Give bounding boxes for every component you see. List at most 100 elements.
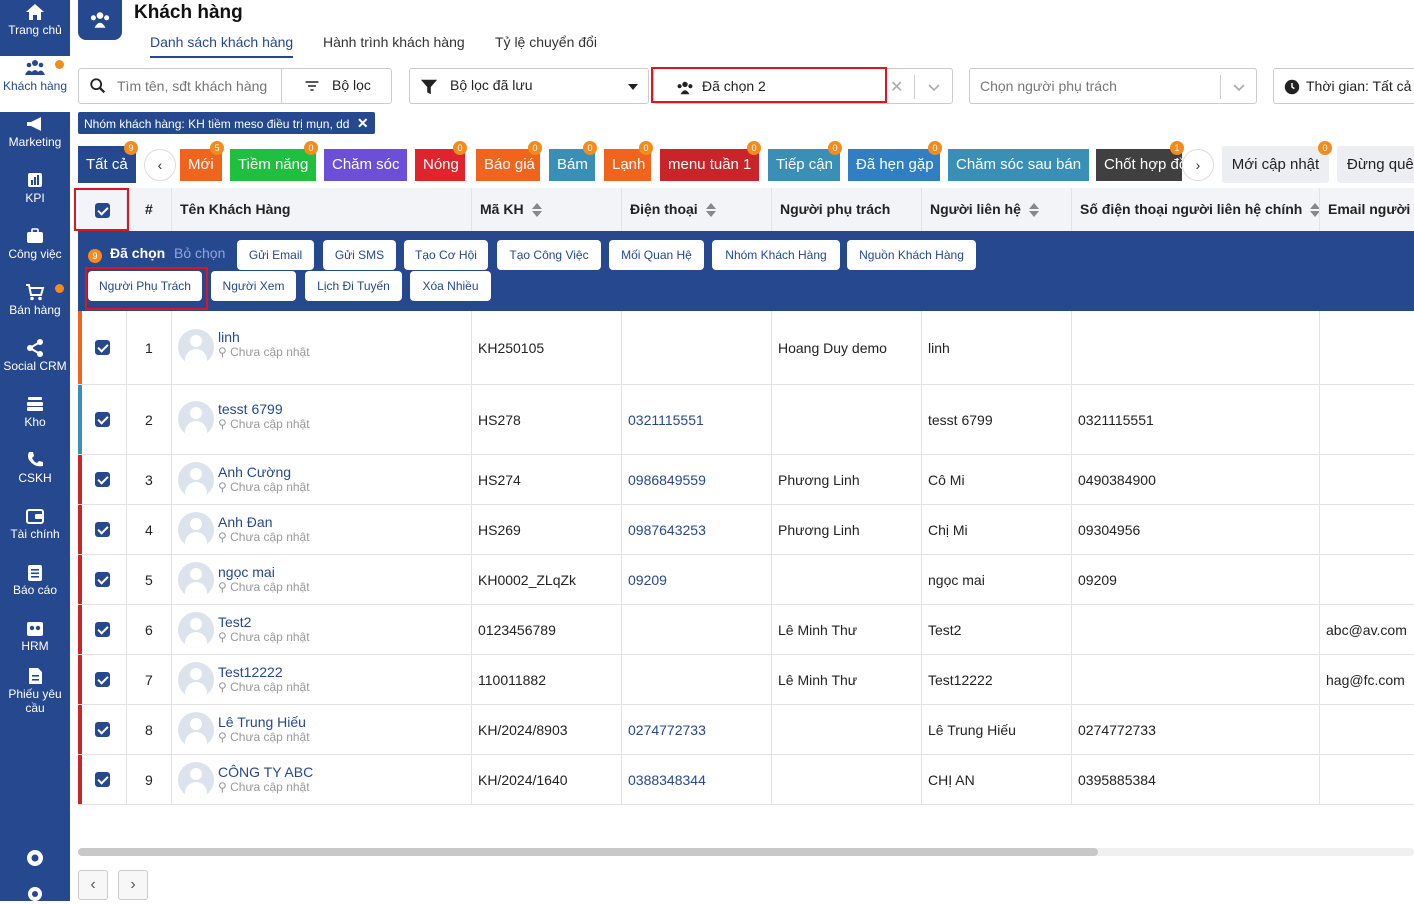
settings-button[interactable] [0,882,70,901]
viewer-button[interactable]: Người Xem [211,271,296,301]
column-header-contact[interactable]: Người liên hệ [922,188,1072,231]
row-checkbox[interactable] [94,672,110,687]
share-icon [27,339,43,357]
customer-name-link[interactable]: Lê Trung Hiếu [218,714,310,730]
filter-button[interactable]: Bộ lọc [281,69,391,103]
create-task-button[interactable]: Tạo Công Việc [497,240,601,270]
table-row[interactable]: 1 linh ⚲ Chưa cập nhật KH250105 Hoang Duy de… [78,311,1414,385]
customer-phone[interactable]: 0321115551 [622,385,772,454]
customer-name-link[interactable]: Anh Cường [218,464,310,480]
row-checkbox[interactable] [94,412,110,427]
status-tag[interactable]: menu tuần 1 [660,149,759,181]
row-checkbox[interactable] [94,772,110,787]
customer-phone[interactable]: 0388348344 [622,755,772,804]
send-email-button[interactable]: Gửi Email [237,240,314,270]
customer-phone[interactable]: 0987643253 [622,505,772,554]
customer-name-link[interactable]: tesst 6799 [218,401,310,417]
sidebar-item-kpi[interactable]: KPI [0,168,70,224]
row-checkbox[interactable] [94,722,110,737]
column-header-name[interactable]: Tên Khách Hàng [172,188,472,231]
customer-name-link[interactable]: linh [218,329,310,345]
prev-page-button[interactable]: ‹ [78,870,108,900]
row-checkbox[interactable] [94,340,110,355]
deselect-link[interactable]: Bỏ chọn [174,245,225,261]
customer-name-link[interactable]: Test2 [218,614,310,630]
status-tag[interactable]: Đã hẹn gặp [848,149,940,181]
sidebar-item-marketing[interactable]: Marketing [0,112,70,168]
column-header-code[interactable]: Mã KH [472,188,622,231]
sidebar-item-cskh[interactable]: CSKH [0,448,70,504]
route-schedule-button[interactable]: Lịch Đi Tuyến [305,271,402,301]
status-tag[interactable]: Chốt hợp đồng [1096,149,1182,181]
table-row[interactable]: 5 ngọc mai ⚲ Chưa cập nhật KH0002_ZLqZk 0920… [78,555,1414,605]
time-filter-button[interactable]: Thời gian: Tất cả [1273,68,1414,104]
table-row[interactable]: 6 Test2 ⚲ Chưa cập nhật 0123456789 Lê Minh T… [78,605,1414,655]
owner-select[interactable]: Chọn người phụ trách [969,68,1257,104]
prev-arrow-button[interactable]: ‹ [144,149,176,181]
relationship-button[interactable]: Mối Quan Hệ [609,240,704,270]
customer-phone[interactable]: 0986849559 [622,455,772,504]
table-row[interactable]: 2 tesst 6799 ⚲ Chưa cập nhật HS278 032111555… [78,385,1414,455]
row-checkbox[interactable] [94,622,110,637]
sidebar-item-home[interactable]: Trang chủ [0,0,70,56]
customer-name-link[interactable]: CÔNG TY ABC [218,764,313,780]
sidebar-item-social-crm[interactable]: Social CRM [0,336,70,392]
table-row[interactable]: 7 Test12222 ⚲ Chưa cập nhật 110011882 Lê Min… [78,655,1414,705]
table-row[interactable]: 8 Lê Trung Hiếu ⚲ Chưa cập nhật KH/2024/890… [78,705,1414,755]
sidebar-item-reports[interactable]: Báo cáo [0,560,70,616]
sidebar-item-tasks[interactable]: Công việc [0,224,70,280]
customer-name-link[interactable]: ngọc mai [218,564,310,580]
customer-group-button[interactable]: Nhóm Khách Hàng [712,240,840,270]
dont-forget-tab[interactable]: Đừng quên [1337,146,1414,183]
customer-source-button[interactable]: Nguồn Khách Hàng [847,240,976,270]
tab-customer-list[interactable]: Danh sách khách hàng [150,34,294,58]
sidebar-item-customers[interactable]: Khách hàng [0,56,70,112]
send-sms-button[interactable]: Gửi SMS [323,240,396,270]
sidebar-item-warehouse[interactable]: Kho [0,392,70,448]
sidebar-item-finance[interactable]: Tài chính [0,504,70,560]
customer-phone[interactable] [622,655,772,704]
next-arrow-button[interactable]: › [1182,149,1214,181]
column-header-contact-phone[interactable]: Số điện thoại người liên hệ chính [1072,188,1320,231]
row-checkbox[interactable] [94,572,110,587]
next-page-button[interactable]: › [118,870,148,900]
location-pin-icon: ⚲ [218,680,231,694]
create-opportunity-button[interactable]: Tạo Cơ Hội [404,240,488,270]
close-icon[interactable]: ✕ [357,115,369,131]
customer-phone[interactable]: 09209 [622,555,772,604]
status-tag[interactable]: Chăm sóc [324,149,407,181]
status-tag[interactable]: Tiềm năng [230,149,316,181]
status-tag[interactable]: Tiếp cận [768,149,840,181]
recently-updated-tab[interactable]: Mới cập nhật [1222,146,1329,183]
row-checkbox[interactable] [94,472,110,487]
table-row[interactable]: 9 CÔNG TY ABC ⚲ Chưa cập nhật KH/2024/1640 0… [78,755,1414,805]
table-row[interactable]: 4 Anh Đan ⚲ Chưa cập nhật HS269 0987643253 Ph… [78,505,1414,555]
customer-phone[interactable] [622,311,772,384]
horizontal-scrollbar[interactable] [78,848,1414,856]
customer-phone[interactable]: 0274772733 [622,705,772,754]
support-button[interactable] [0,846,70,872]
customer-name-cell: linh ⚲ Chưa cập nhật [172,311,472,384]
row-checkbox[interactable] [94,522,110,537]
column-header-owner[interactable]: Người phụ trách [772,188,922,231]
tab-customer-journey[interactable]: Hành trình khách hàng [323,34,465,56]
column-header-phone[interactable]: Điện thoại [622,188,772,231]
customer-name-link[interactable]: Anh Đan [218,514,310,530]
customer-name-link[interactable]: Test12222 [218,664,310,680]
column-header-contact-email[interactable]: Email người liên hệ [1320,188,1414,231]
bulk-delete-button[interactable]: Xóa Nhiều [410,271,491,301]
saved-filter-select[interactable]: Bộ lọc đã lưu [409,68,649,104]
status-tag[interactable]: Chăm sóc sau bán [948,149,1089,181]
sidebar-item-label: KPI [25,191,45,205]
table-row[interactable]: 3 Anh Cường ⚲ Chưa cập nhật HS274 0986849559… [78,455,1414,505]
sidebar-item-sales[interactable]: Bán hàng [0,280,70,336]
search-input[interactable] [117,75,277,97]
sidebar-item-requests[interactable]: Phiếu yêu cầu [0,664,70,720]
tab-conversion-rate[interactable]: Tỷ lệ chuyển đổi [495,34,597,56]
address-text: Chưa cập nhật [230,530,310,544]
scroll-thumb[interactable] [78,848,1098,856]
tag-count-badge: 0 [583,141,597,155]
customer-phone[interactable] [622,605,772,654]
contact-email: abc@av.com [1326,621,1407,638]
clear-icon[interactable]: ✕ [890,77,903,97]
